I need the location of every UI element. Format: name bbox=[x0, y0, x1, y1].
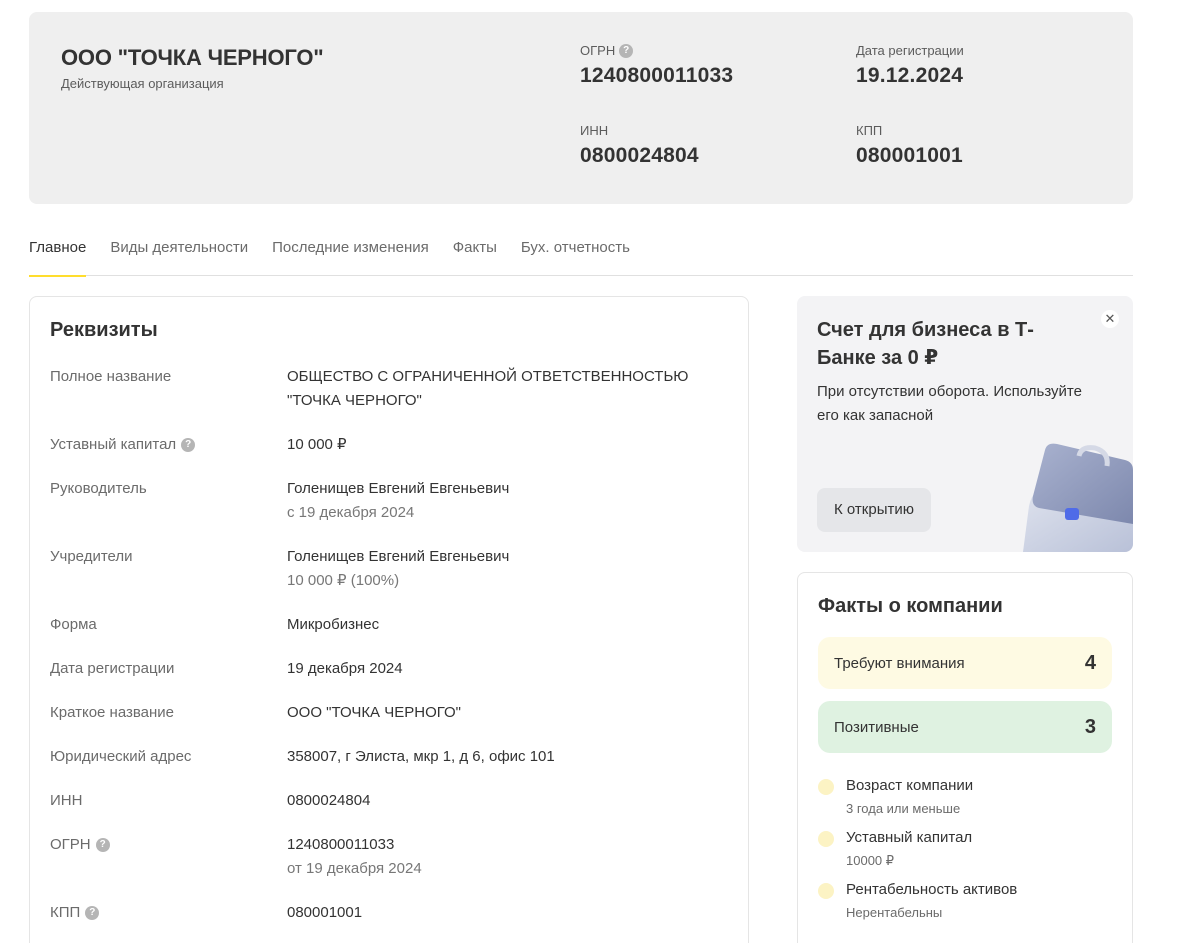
founders-value[interactable]: Голенищев Евгений Евгеньевич bbox=[287, 545, 727, 569]
capital-label: Уставный капитал bbox=[50, 436, 177, 453]
facts-attention-pill[interactable]: Требуют внимания 4 bbox=[818, 637, 1112, 689]
attention-count: 4 bbox=[1084, 651, 1096, 674]
company-status: Действующая организация bbox=[61, 76, 224, 91]
promo-title: Счет для бизнеса в Т-Банке за 0 ₽ bbox=[817, 319, 1034, 369]
req-reg-date-label: Дата регистрации bbox=[50, 660, 175, 677]
tab-main[interactable]: Главное bbox=[29, 222, 87, 277]
tab-activities[interactable]: Виды деятельности bbox=[110, 222, 248, 276]
fact-dot-icon bbox=[818, 779, 834, 795]
founders-value-wrap: Голенищев Евгений Евгеньевич 10 000 ₽ (1… bbox=[287, 545, 727, 593]
head-label: Руководитель bbox=[50, 480, 147, 497]
help-icon[interactable]: ? bbox=[181, 438, 196, 452]
fact-sub: 10000 ₽ bbox=[846, 853, 895, 868]
fact-title: Рентабельность активов bbox=[846, 881, 1018, 898]
header-inn: ИНН 0800024804 bbox=[580, 123, 699, 168]
reg-date-label: Дата регистрации bbox=[856, 43, 964, 58]
tab-recent-changes[interactable]: Последние изменения bbox=[272, 222, 429, 276]
header-reg-date: Дата регистрации 19.12.2024 bbox=[856, 43, 964, 88]
company-name: ООО "ТОЧКА ЧЕРНОГО" bbox=[61, 45, 324, 70]
req-ogrn-value: 1240800011033 bbox=[287, 836, 395, 853]
req-kpp-value: 080001001 bbox=[287, 904, 363, 921]
address-label: Юридический адрес bbox=[50, 748, 192, 765]
fact-dot-icon bbox=[818, 831, 834, 847]
briefcase-icon bbox=[1023, 443, 1133, 552]
fact-title: Уставный капитал bbox=[846, 829, 973, 846]
fact-dot-icon bbox=[818, 883, 834, 899]
facts-title: Факты о компании bbox=[818, 595, 1003, 617]
req-kpp-label-wrap: КПП? bbox=[50, 901, 100, 925]
facts-card: Факты о компании Требуют внимания 4 Пози… bbox=[797, 572, 1133, 943]
short-name-value: ООО "ТОЧКА ЧЕРНОГО" bbox=[287, 704, 462, 721]
attention-label: Требуют внимания bbox=[834, 654, 965, 672]
kpp-label: КПП bbox=[856, 123, 883, 138]
inn-label: ИНН bbox=[580, 123, 609, 138]
head-since: с 19 декабря 2024 bbox=[287, 504, 415, 521]
close-icon[interactable]: ✕ bbox=[1101, 310, 1119, 328]
facts-positive-pill[interactable]: Позитивные 3 bbox=[818, 701, 1112, 753]
kpp-value: 080001001 bbox=[856, 144, 963, 167]
req-inn-value: 0800024804 bbox=[287, 792, 371, 809]
requisites-title: Реквизиты bbox=[50, 319, 158, 341]
capital-label-wrap: Уставный капитал? bbox=[50, 433, 196, 457]
promo-open-button[interactable]: К открытию bbox=[817, 488, 931, 532]
form-label: Форма bbox=[50, 616, 97, 633]
promo-text: При отсутствии оборота. Используйте его … bbox=[817, 383, 1082, 424]
positive-count: 3 bbox=[1084, 715, 1096, 738]
req-inn-label: ИНН bbox=[50, 792, 83, 809]
reg-date-value: 19.12.2024 bbox=[856, 64, 964, 87]
help-icon[interactable]: ? bbox=[95, 838, 110, 852]
req-ogrn-label-wrap: ОГРН? bbox=[50, 833, 110, 857]
company-header-card: ООО "ТОЧКА ЧЕРНОГО" Действующая организа… bbox=[29, 12, 1133, 204]
requisites-card: Реквизиты Полное название ОБЩЕСТВО С ОГР… bbox=[29, 296, 749, 943]
full-name-label: Полное название bbox=[50, 368, 172, 385]
head-value-wrap: Голенищев Евгений Евгеньевич с 19 декабр… bbox=[287, 477, 727, 525]
full-name-value: ОБЩЕСТВО С ОГРАНИЧЕННОЙ ОТВЕТСТВЕННОСТЬЮ… bbox=[287, 368, 689, 409]
req-ogrn-date: от 19 декабря 2024 bbox=[287, 860, 422, 877]
capital-value: 10 000 ₽ bbox=[287, 436, 347, 453]
req-reg-date-value: 19 декабря 2024 bbox=[287, 660, 403, 677]
address-value: 358007, г Элиста, мкр 1, д 6, офис 101 bbox=[287, 748, 555, 765]
help-icon[interactable]: ? bbox=[85, 906, 100, 920]
inn-value: 0800024804 bbox=[580, 144, 699, 167]
header-ogrn: ОГРН? 1240800011033 bbox=[580, 43, 733, 88]
positive-label: Позитивные bbox=[834, 718, 919, 736]
header-kpp: КПП 080001001 bbox=[856, 123, 963, 168]
req-ogrn-value-wrap: 1240800011033 от 19 декабря 2024 bbox=[287, 833, 727, 881]
fact-sub: 3 года или меньше bbox=[846, 801, 961, 816]
ogrn-label: ОГРН bbox=[580, 43, 616, 58]
founders-label: Учредители bbox=[50, 548, 133, 565]
req-kpp-label: КПП bbox=[50, 904, 81, 921]
founders-share: 10 000 ₽ (100%) bbox=[287, 572, 400, 589]
fact-sub: Нерентабельны bbox=[846, 905, 943, 920]
short-name-label: Краткое название bbox=[50, 704, 175, 721]
fact-title: Возраст компании bbox=[846, 777, 974, 794]
tab-facts[interactable]: Факты bbox=[453, 222, 497, 276]
ogrn-value: 1240800011033 bbox=[580, 64, 734, 87]
form-value: Микробизнес bbox=[287, 616, 380, 633]
tab-accounting[interactable]: Бух. отчетность bbox=[521, 222, 630, 276]
promo-card: Счет для бизнеса в Т-Банке за 0 ₽ При от… bbox=[797, 296, 1133, 552]
help-icon[interactable]: ? bbox=[619, 43, 634, 58]
req-ogrn-label: ОГРН bbox=[50, 836, 91, 853]
tab-bar: Главное Виды деятельности Последние изме… bbox=[29, 222, 1133, 277]
head-value[interactable]: Голенищев Евгений Евгеньевич bbox=[287, 477, 727, 501]
